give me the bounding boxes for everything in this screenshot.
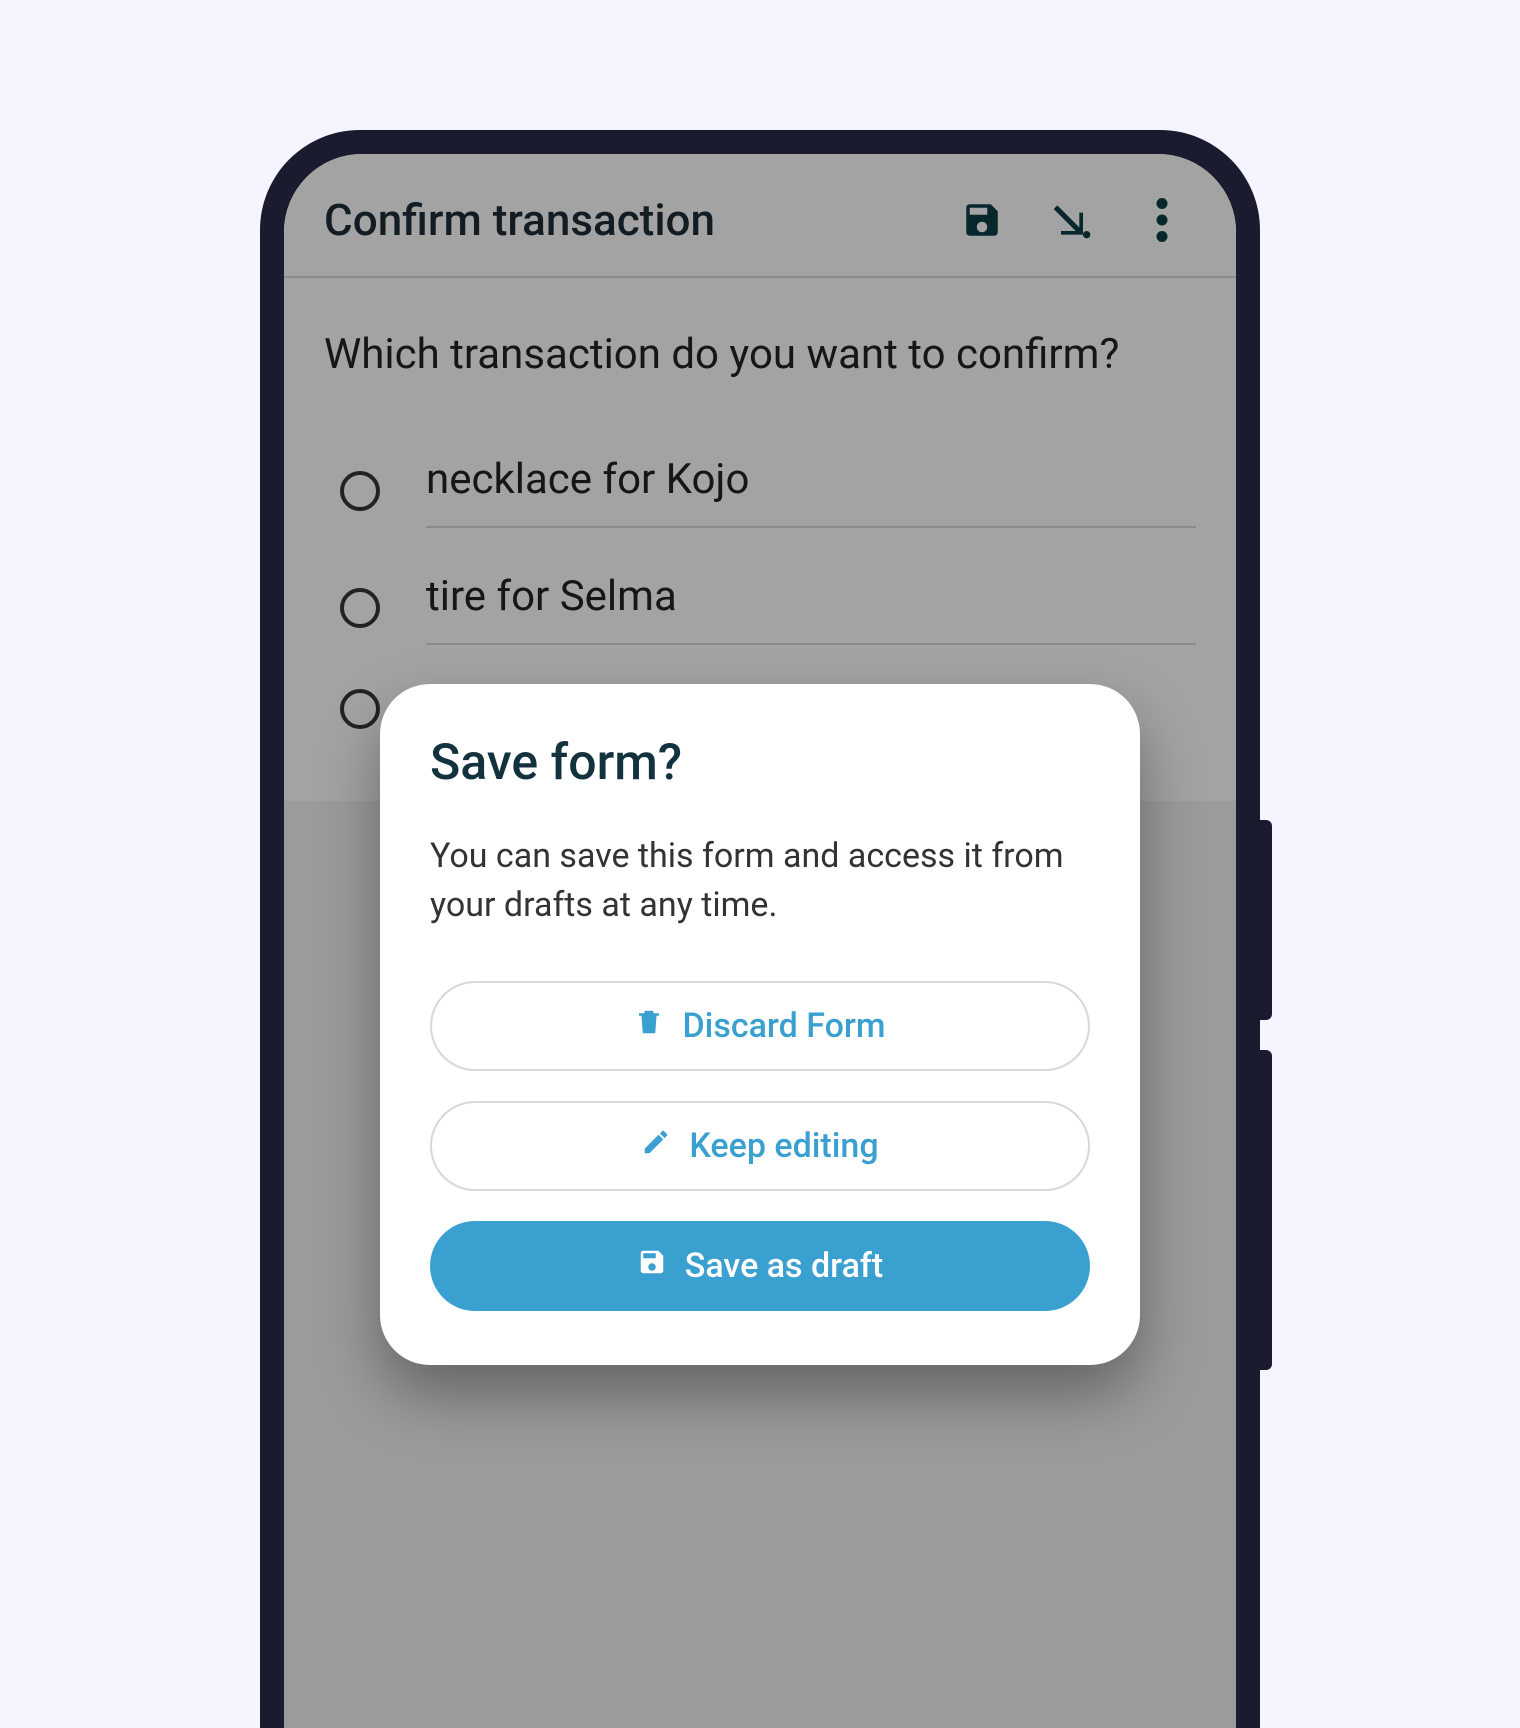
keep-editing-label: Keep editing xyxy=(689,1126,878,1166)
phone-side-button xyxy=(1260,820,1272,1020)
trash-icon xyxy=(634,1006,664,1046)
phone-frame: Confirm transaction Which transaction do… xyxy=(260,130,1260,1728)
discard-form-button[interactable]: Discard Form xyxy=(430,981,1090,1071)
pencil-icon xyxy=(641,1126,671,1166)
save-form-dialog: Save form? You can save this form and ac… xyxy=(380,684,1140,1365)
phone-side-button xyxy=(1260,1050,1272,1370)
dialog-title: Save form? xyxy=(430,734,1090,792)
canvas: Confirm transaction Which transaction do… xyxy=(0,0,1520,1728)
save-as-draft-label: Save as draft xyxy=(685,1246,883,1286)
phone-screen: Confirm transaction Which transaction do… xyxy=(284,154,1236,1728)
save-icon xyxy=(637,1246,667,1286)
keep-editing-button[interactable]: Keep editing xyxy=(430,1101,1090,1191)
dialog-actions: Discard Form Keep editing Save as draft xyxy=(430,981,1090,1311)
save-as-draft-button[interactable]: Save as draft xyxy=(430,1221,1090,1311)
discard-form-label: Discard Form xyxy=(682,1006,885,1046)
dialog-body: You can save this form and access it fro… xyxy=(430,832,1090,931)
